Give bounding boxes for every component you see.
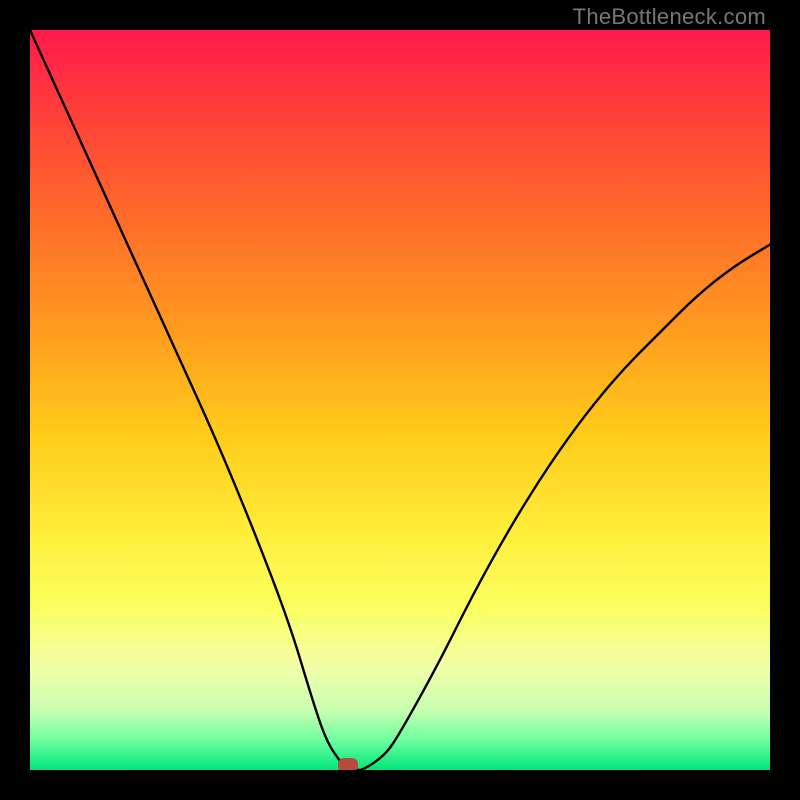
bottleneck-curve	[30, 30, 770, 770]
watermark-text: TheBottleneck.com	[573, 4, 766, 30]
plot-area	[30, 30, 770, 770]
chart-frame: TheBottleneck.com	[0, 0, 800, 800]
optimal-marker	[338, 758, 358, 770]
